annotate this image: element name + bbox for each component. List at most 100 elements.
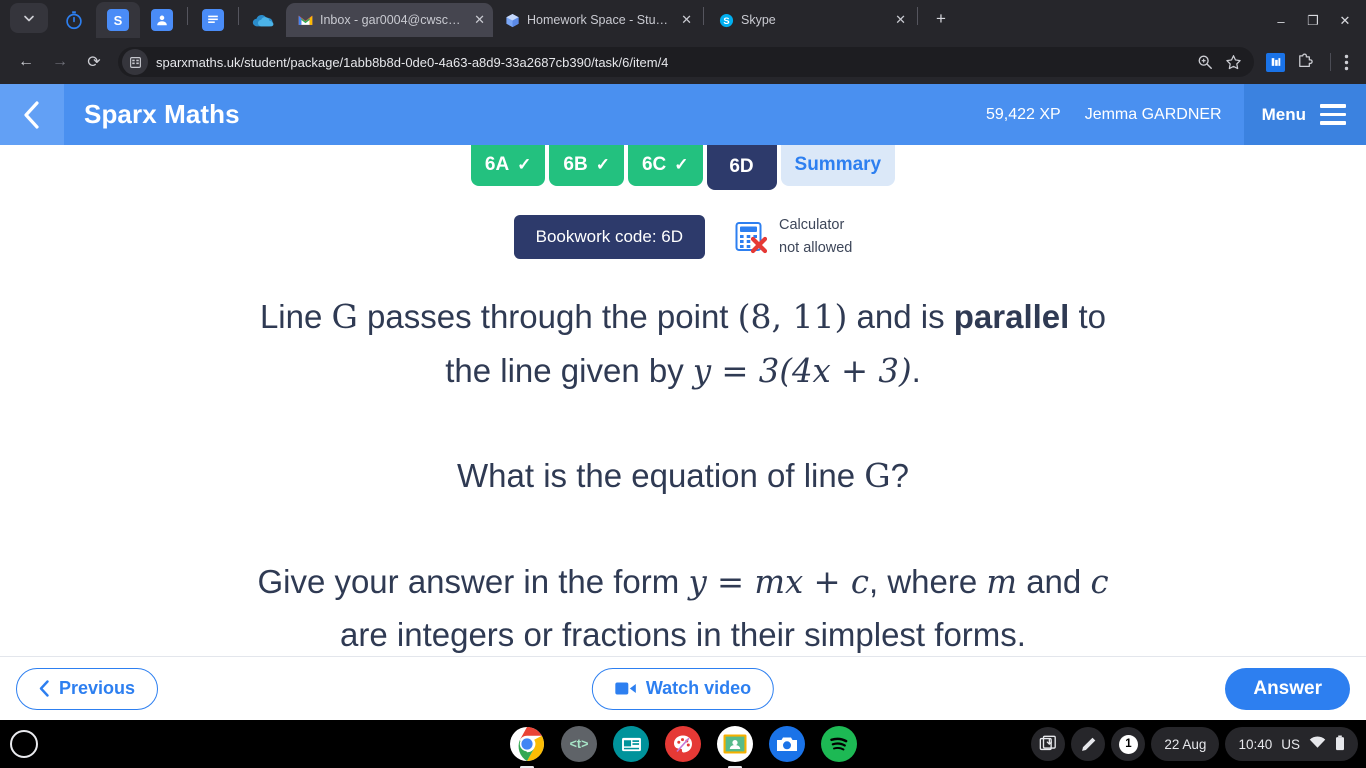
watch-video-button[interactable]: Watch video [591,667,775,710]
time-label: 10:40 [1238,736,1273,752]
browser-menu-icon[interactable] [1342,54,1356,71]
texthelp-icon[interactable]: <t> [561,726,597,762]
zoom-icon[interactable] [1197,54,1213,70]
close-icon[interactable]: ✕ [677,12,692,28]
stopwatch-icon [66,11,82,30]
browser-tab-title: Homework Space - StudyX [527,13,671,27]
menu-button[interactable]: Menu [1243,84,1366,145]
question-line-1: Line G passes through the point (8, 11) … [163,290,1203,343]
gmail-icon [297,12,313,28]
close-icon[interactable]: ✕ [470,12,485,28]
xp-counter: 59,422 XP [985,105,1061,123]
studyx-icon [504,12,520,28]
q1-emphasis-parallel: parallel [953,298,1070,336]
status-tray[interactable]: 10:40 US [1225,727,1358,761]
q1-text-c: and is [847,298,954,336]
question-line-3: What is the equation of line G? [163,449,1203,502]
hamburger-icon [1320,104,1346,125]
url-text[interactable]: sparxmaths.uk/student/package/1abb8b8d-0… [156,55,1197,70]
calculator-status: Calculator not allowed [733,214,852,260]
answer-button[interactable]: Answer [1225,667,1350,710]
spotify-icon[interactable] [821,726,857,762]
q4-var-c: c [1090,562,1109,601]
system-tray: 1 22 Aug 10:40 US [1031,727,1358,761]
task-tab-6a[interactable]: 6A ✓ [470,144,546,186]
previous-button[interactable]: Previous [16,667,159,710]
system-shelf: <t> 1 22 Aug 10:40 US [0,720,1366,768]
tab-search-chevron-down-icon[interactable] [10,3,48,33]
date-pill[interactable]: 22 Aug [1151,727,1220,761]
browser-tab-gmail[interactable]: Inbox - gar0004@cwsc.vic.edu. ✕ [286,3,493,37]
pinned-tab-docs[interactable] [191,3,235,37]
toolbar-actions [1264,52,1356,72]
browser-tab-title: Skype [741,13,776,27]
skype-s-icon: S [107,9,129,31]
launcher-icon[interactable] [10,730,38,758]
battery-icon [1335,735,1345,754]
check-icon: ✓ [595,155,610,174]
close-icon[interactable]: ✕ [891,12,906,28]
app-back-button[interactable] [0,84,64,145]
pinned-tab-stopwatch[interactable] [52,3,96,37]
minimize-button[interactable]: – [1266,8,1296,34]
forward-button[interactable]: → [44,46,76,78]
tab-divider [917,7,918,25]
browser-tab-studyx[interactable]: Homework Space - StudyX ✕ [493,3,700,37]
shelf-app-icons: <t> [509,726,857,768]
extensions-puzzle-icon[interactable] [1291,53,1319,71]
stylus-icon[interactable] [1071,727,1106,761]
tab-strip: S Inbox - gar0004@cwsc.vi ✕ Homework Spa… [0,0,1366,40]
wifi-icon [1309,736,1326,752]
reading-extension-icon[interactable] [1266,52,1285,72]
calculator-line-2: not allowed [779,240,853,257]
question-spacer [163,397,1203,449]
q2-text-a: the line given by [445,351,693,389]
q2-text-b: . [911,351,921,389]
back-button[interactable]: ← [10,46,42,78]
q4-text-a: Give your answer in the form [257,562,689,600]
address-bar[interactable]: sparxmaths.uk/student/package/1abb8b8d-0… [118,47,1254,77]
new-tab-button[interactable]: + [927,5,955,33]
sparx-maths-app: Sparx Maths 59,422 XP Jemma GARDNER Menu… [0,84,1366,720]
camera-icon[interactable] [769,726,805,762]
contacts-icon [151,9,173,31]
task-tab-6b[interactable]: 6B ✓ [549,144,624,186]
onedrive-icon [252,15,274,27]
notifications-button[interactable]: 1 [1111,727,1146,761]
pinned-tab-contacts[interactable] [140,3,184,37]
task-tabs: 6A ✓ 6B ✓ 6C ✓ 6D Summary [0,144,1366,190]
chrome-icon[interactable] [509,726,545,768]
pinned-tab-onedrive[interactable] [242,3,286,37]
browser-tab-title: Inbox - gar0004@cwsc.vic.edu. [320,13,463,27]
q4-text-c: and [1017,562,1091,600]
q1-line-label: G [331,297,358,337]
task-tab-6d[interactable]: 6D [706,144,777,190]
pinned-tab-skype-active[interactable]: S [96,2,140,38]
news-icon[interactable] [613,726,649,762]
task-tab-label: Summary [794,154,882,175]
tab-divider [703,7,704,25]
app-header-right: 59,422 XP Jemma GARDNER Menu [986,84,1366,145]
chevron-left-icon [39,680,49,697]
task-tab-label: 6B [563,154,588,175]
q4-var-m: m [986,562,1018,601]
google-classroom-icon[interactable] [717,726,753,768]
task-tab-6c[interactable]: 6C ✓ [627,144,703,186]
paint-icon[interactable] [665,726,701,762]
screen-capture-icon[interactable] [1031,727,1066,761]
docs-icon [202,9,224,31]
close-window-button[interactable]: ✕ [1330,8,1360,34]
previous-label: Previous [59,678,136,698]
site-info-icon[interactable] [122,49,148,75]
q1-text-d: to [1069,298,1107,336]
q4-text-b: , where [868,562,987,600]
q1-text-b: passes through the point [357,298,738,336]
maximize-button[interactable]: ❐ [1298,8,1328,34]
bookmark-star-icon[interactable] [1225,54,1242,71]
app-header: Sparx Maths 59,422 XP Jemma GARDNER Menu [0,84,1366,145]
tab-divider [187,7,188,25]
task-tab-summary[interactable]: Summary [780,144,896,186]
task-tab-label: 6D [729,156,754,177]
reload-button[interactable]: ⟳ [78,46,110,78]
browser-tab-skype[interactable]: S Skype ✕ [707,3,914,37]
